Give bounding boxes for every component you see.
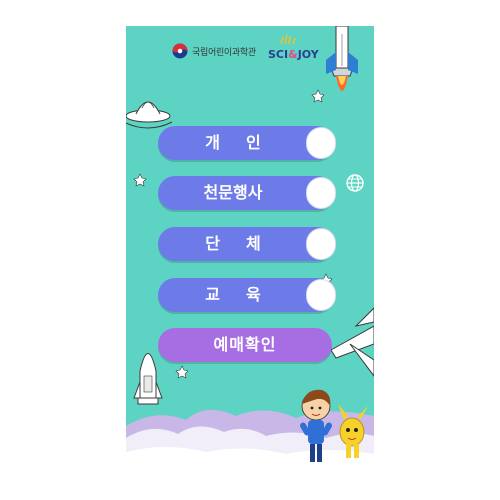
group-button[interactable]: 단체 — [158, 227, 336, 261]
header: 국립어린이과학관 SCI&JOY — [126, 26, 374, 86]
sun-rays-icon — [280, 35, 296, 44]
airplane-icon — [330, 307, 374, 377]
globe-icon[interactable] — [346, 174, 364, 192]
astronomy-event-button[interactable]: 천문행사 — [158, 176, 336, 210]
button-cap — [306, 177, 336, 209]
brand-logo: SCI&JOY — [268, 48, 319, 61]
bottom-illustration — [126, 389, 374, 478]
app-screen: 국립어린이과학관 SCI&JOY 개인 천문행사 단체 교육 예매확인 — [126, 26, 374, 478]
booking-check-button-label: 예매확인 — [213, 335, 277, 354]
group-button-label: 단체 — [205, 234, 287, 253]
government-emblem-icon — [172, 43, 188, 59]
individual-button-label: 개인 — [205, 133, 287, 152]
individual-button[interactable]: 개인 — [158, 126, 336, 160]
education-button-label: 교육 — [205, 285, 287, 304]
education-button[interactable]: 교육 — [158, 278, 336, 312]
booking-check-button[interactable]: 예매확인 — [158, 328, 332, 362]
astronomy-event-button-label: 천문행사 — [203, 183, 263, 202]
button-cap — [306, 127, 336, 159]
org-name: 국립어린이과학관 — [192, 48, 256, 58]
button-cap — [306, 279, 336, 311]
ufo-icon — [126, 101, 173, 129]
button-cap — [306, 228, 336, 260]
